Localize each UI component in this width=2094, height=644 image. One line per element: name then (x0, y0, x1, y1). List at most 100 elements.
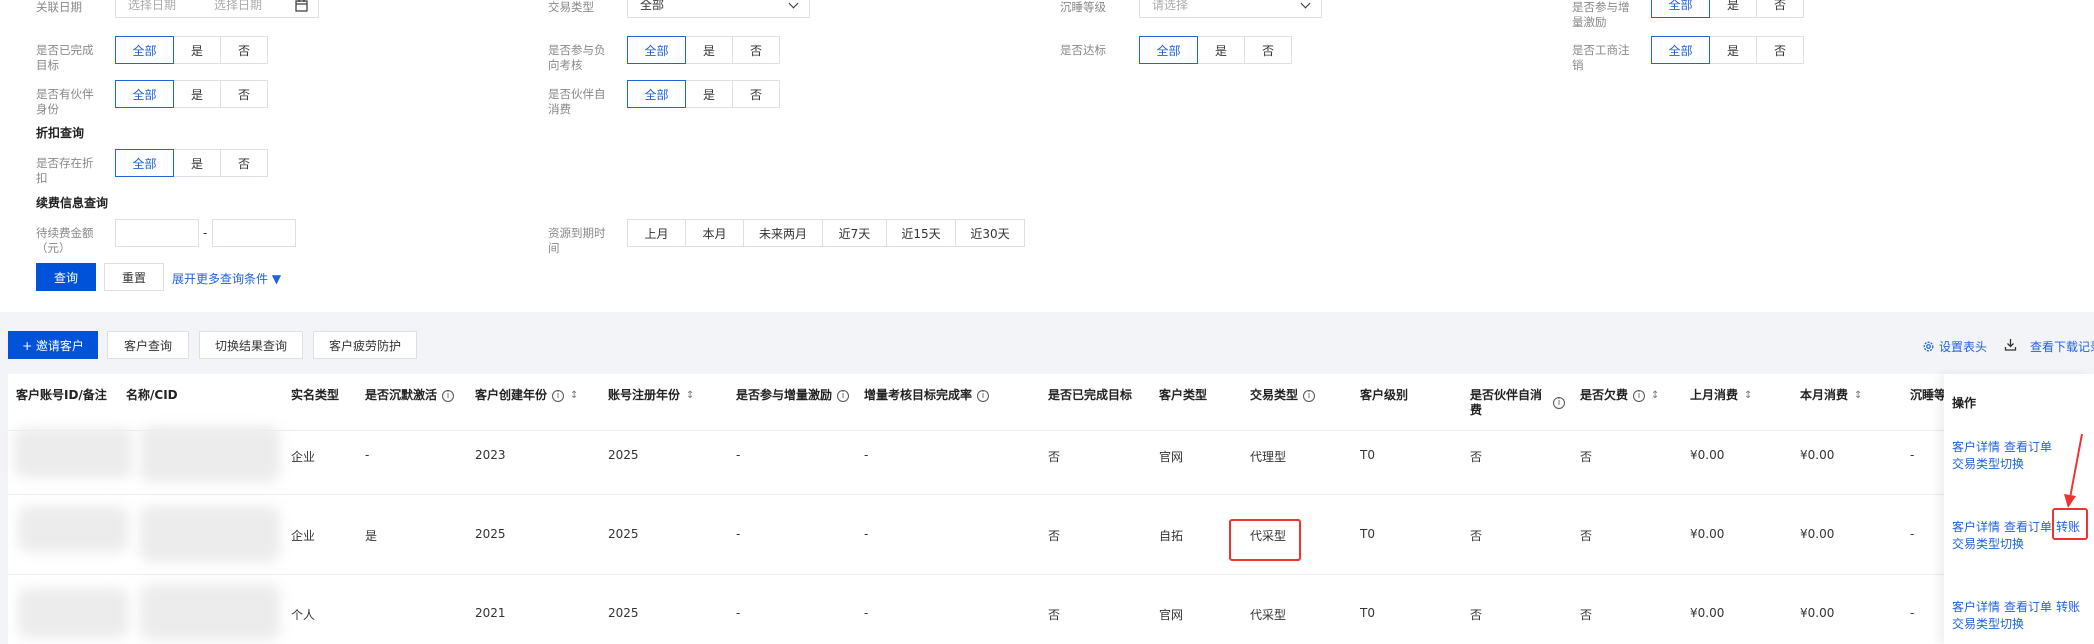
invite-customer-button[interactable]: + 邀请客户 (8, 331, 98, 359)
seg-option-yes[interactable]: 是 (1197, 36, 1245, 64)
goal-done-segment[interactable]: 全部 是 否 (115, 36, 268, 64)
row-divider (8, 574, 2094, 575)
info-icon[interactable]: i (1553, 397, 1565, 409)
seg-option-no[interactable]: 否 (1756, 0, 1804, 18)
seg-option-no[interactable]: 否 (732, 80, 780, 108)
info-icon[interactable]: i (1303, 389, 1316, 402)
expire-time-segment[interactable]: 上月 本月 未来两月 近7天 近15天 近30天 (627, 219, 1025, 247)
sort-icon[interactable]: ↕ (1854, 388, 1862, 403)
switch-trade-type-link[interactable]: 交易类型切换 (1952, 615, 2024, 632)
expire-option-15-days[interactable]: 近15天 (886, 219, 956, 247)
filter-label-renewal-amount: 待续费金额（元） (36, 226, 94, 255)
switch-trade-type-link[interactable]: 交易类型切换 (1952, 455, 2024, 472)
seg-option-yes[interactable]: 是 (173, 80, 221, 108)
seg-option-no[interactable]: 否 (220, 149, 268, 177)
seg-option-yes[interactable]: 是 (685, 36, 733, 64)
download-records-link[interactable]: 查看下载记录 (2030, 338, 2094, 355)
seg-option-all[interactable]: 全部 (627, 36, 686, 64)
discount-segment[interactable]: 全部 是 否 (115, 149, 268, 177)
filter-label-partner-identity: 是否有伙伴身份 (36, 87, 94, 116)
filter-label-deregistered: 是否工商注销 (1572, 43, 1630, 72)
range-separator: - (203, 226, 208, 240)
view-orders-link[interactable]: 查看订单 (2004, 598, 2052, 615)
expire-option-last-month[interactable]: 上月 (627, 219, 686, 247)
seg-option-no[interactable]: 否 (220, 36, 268, 64)
expire-option-this-month[interactable]: 本月 (685, 219, 744, 247)
deregistered-segment[interactable]: 全部 是 否 (1651, 36, 1804, 64)
sort-icon[interactable]: ↕ (686, 388, 694, 403)
seg-option-yes[interactable]: 是 (685, 80, 733, 108)
column-header-rate: 增量考核目标完成率 i (864, 388, 990, 403)
seg-option-all[interactable]: 全部 (1651, 36, 1710, 64)
date-start-placeholder: 选择日期 (128, 0, 177, 12)
seg-option-all[interactable]: 全部 (115, 36, 174, 64)
info-icon[interactable]: i (837, 389, 850, 402)
date-range-picker[interactable]: 选择日期 选择日期 (115, 0, 319, 18)
transfer-link[interactable]: 转账 (2056, 598, 2080, 615)
customer-fatigue-protect-button[interactable]: 客户疲劳防护 (313, 331, 417, 359)
incentive-segment[interactable]: 全部 是 否 (1651, 0, 1804, 18)
view-orders-link[interactable]: 查看订单 (2004, 438, 2052, 455)
seg-option-yes[interactable]: 是 (173, 36, 221, 64)
column-header-reg-year: 账号注册年份 ↕ (608, 388, 694, 403)
seg-option-no[interactable]: 否 (1756, 36, 1804, 64)
switch-trade-type-link[interactable]: 交易类型切换 (1952, 535, 2024, 552)
renewal-amount-max-input[interactable] (212, 219, 296, 247)
sleep-level-select[interactable]: 请选择 (1139, 0, 1322, 18)
cell-dormant: - (365, 448, 370, 462)
reset-button[interactable]: 重置 (104, 263, 164, 291)
seg-option-no[interactable]: 否 (1244, 36, 1292, 64)
cell-realname: 企业 (291, 529, 316, 543)
column-header-trade-type-label: 交易类型 (1250, 388, 1299, 402)
view-orders-link[interactable]: 查看订单 (2004, 518, 2052, 535)
seg-option-all[interactable]: 全部 (1651, 0, 1710, 18)
column-header-customer-type: 客户类型 (1159, 388, 1208, 402)
partner-self-consume-segment[interactable]: 全部 是 否 (627, 80, 780, 108)
seg-option-no[interactable]: 否 (220, 80, 268, 108)
customer-detail-link[interactable]: 客户详情 (1952, 598, 2000, 615)
settings-header-link[interactable]: 设置表头 (1922, 338, 1987, 355)
seg-option-yes[interactable]: 是 (173, 149, 221, 177)
renewal-amount-min-input[interactable] (115, 219, 199, 247)
column-header-debt-label: 是否欠费 (1580, 388, 1629, 402)
seg-option-no[interactable]: 否 (732, 36, 780, 64)
sort-icon[interactable]: ↕ (570, 388, 578, 403)
customer-detail-link[interactable]: 客户详情 (1952, 438, 2000, 455)
seg-option-all[interactable]: 全部 (115, 80, 174, 108)
column-header-goal: 是否已完成目标 (1048, 388, 1133, 402)
info-icon[interactable]: i (552, 389, 565, 402)
expire-option-7-days[interactable]: 近7天 (822, 219, 887, 247)
cell-this-month: ¥0.00 (1800, 527, 1835, 541)
expand-more-conditions-link[interactable]: 展开更多查询条件 ▼ (172, 270, 281, 287)
info-icon[interactable]: i (442, 389, 455, 402)
seg-option-yes[interactable]: 是 (1709, 36, 1757, 64)
seg-option-all[interactable]: 全部 (1139, 36, 1198, 64)
date-end-placeholder: 选择日期 (214, 0, 263, 12)
sort-icon[interactable]: ↕ (1651, 388, 1659, 403)
row-divider (8, 430, 2094, 431)
search-button[interactable]: 查询 (36, 263, 96, 291)
row-divider (8, 494, 2094, 495)
switch-result-query-button[interactable]: 切换结果查询 (199, 331, 303, 359)
download-icon[interactable] (2004, 338, 2017, 351)
seg-option-all[interactable]: 全部 (115, 149, 174, 177)
cell-created-year: 2025 (475, 527, 506, 541)
customer-query-button[interactable]: 客户查询 (107, 331, 189, 359)
seg-option-all[interactable]: 全部 (627, 80, 686, 108)
trade-type-select[interactable]: 全部 (627, 0, 810, 18)
seg-option-yes[interactable]: 是 (1709, 0, 1757, 18)
sort-icon[interactable]: ↕ (1744, 388, 1752, 403)
cell-incentive: - (736, 606, 741, 620)
cell-last-month: ¥0.00 (1690, 448, 1725, 462)
info-icon[interactable]: i (1633, 389, 1646, 402)
customer-detail-link[interactable]: 客户详情 (1952, 518, 2000, 535)
filter-panel: 关联日期 选择日期 选择日期 交易类型 全部 沉睡等级 请选择 是否参与增量激励… (0, 0, 2094, 312)
expire-option-next-two-months[interactable]: 未来两月 (743, 219, 823, 247)
qualified-segment[interactable]: 全部 是 否 (1139, 36, 1292, 64)
partner-identity-segment[interactable]: 全部 是 否 (115, 80, 268, 108)
cell-last-month: ¥0.00 (1690, 527, 1725, 541)
expire-option-30-days[interactable]: 近30天 (955, 219, 1025, 247)
info-icon[interactable]: i (977, 389, 990, 402)
negative-assessment-segment[interactable]: 全部 是 否 (627, 36, 780, 64)
cell-sleep: - (1910, 527, 1915, 541)
